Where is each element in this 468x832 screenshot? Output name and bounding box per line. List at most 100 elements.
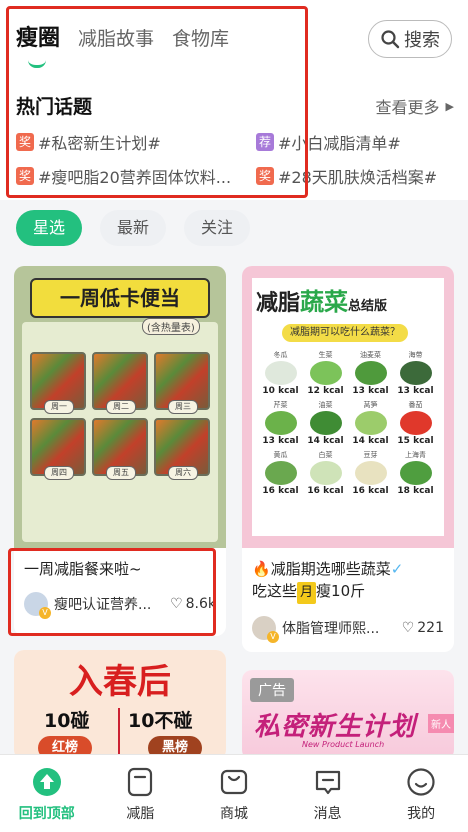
vegetable-kcal: 16 kcal bbox=[262, 486, 299, 496]
vegetable-item: 生菜 12 kcal bbox=[303, 350, 348, 396]
avatar[interactable]: V bbox=[252, 616, 279, 643]
vegetable-item: 白菜 16 kcal bbox=[303, 450, 348, 496]
card-title: 🔥减脂期选哪些蔬菜✓ 吃这些月瘦10斤 bbox=[252, 558, 444, 604]
vegetable-name: 白菜 bbox=[318, 451, 333, 459]
cover-question: 减脂期可以吃什么蔬菜？ bbox=[282, 324, 408, 342]
cover-title: 私密新生计划 bbox=[254, 712, 417, 742]
see-more-label: 查看更多 bbox=[375, 98, 440, 117]
nav-profile[interactable]: 我的 bbox=[374, 755, 468, 832]
nav-label: 商城 bbox=[219, 806, 248, 822]
bento-box: 周六 bbox=[154, 418, 210, 480]
nav-shop[interactable]: 商城 bbox=[187, 755, 281, 832]
cover-heading-part2: 蔬菜 bbox=[300, 288, 349, 316]
title-tag: 月 bbox=[297, 582, 317, 604]
vegetable-kcal: 13 kcal bbox=[352, 386, 389, 396]
vegetable-image bbox=[264, 361, 297, 385]
day-label: 周一 bbox=[44, 400, 74, 414]
vegetable-image bbox=[399, 361, 432, 385]
vegetable-image bbox=[354, 411, 387, 435]
vegetable-name: 冬瓜 bbox=[273, 351, 288, 359]
bento-box: 周三 bbox=[154, 352, 210, 414]
fat-loss-icon bbox=[125, 767, 155, 797]
vegetable-item: 油麦菜 13 kcal bbox=[348, 350, 393, 396]
vegetable-item: 油菜 14 kcal bbox=[303, 400, 348, 446]
cover-subtitle: (含热量表) bbox=[142, 318, 200, 335]
author-name[interactable]: 体脂管理师熙... bbox=[282, 618, 402, 638]
ad-badge: 广告 bbox=[250, 678, 294, 702]
vegetable-kcal: 18 kcal bbox=[397, 486, 434, 496]
vegetable-image bbox=[354, 461, 387, 485]
nav-label: 消息 bbox=[313, 806, 342, 822]
card-cover-image: 广告 私密新生计划 New Product Launch 新人 bbox=[242, 670, 454, 760]
cover-right-text: 10不碰 bbox=[128, 710, 193, 732]
check-icon: ✓ bbox=[390, 560, 404, 578]
nav-label: 减脂 bbox=[126, 806, 155, 822]
card-cover-image: 一周低卡便当 (含热量表) 周一 周二 周三 周四 周五 周六 bbox=[14, 266, 226, 548]
filter-following[interactable]: 关注 bbox=[184, 210, 251, 246]
cover-divider bbox=[118, 708, 120, 758]
vegetable-name: 番茄 bbox=[408, 401, 423, 409]
vegetable-item: 莴笋 14 kcal bbox=[348, 400, 393, 446]
search-button[interactable]: 搜索 bbox=[368, 20, 452, 58]
vegetable-name: 油菜 bbox=[318, 401, 333, 409]
vegetable-kcal: 15 kcal bbox=[397, 436, 434, 446]
vegetable-kcal: 10 kcal bbox=[262, 386, 299, 396]
feed-card-spring[interactable]: 入春后 10碰 10不碰 红榜 黑榜 bbox=[14, 650, 226, 760]
day-label: 周四 bbox=[44, 466, 74, 480]
vegetable-image bbox=[354, 361, 387, 385]
vegetable-image bbox=[309, 461, 342, 485]
filter-featured[interactable]: 星选 bbox=[16, 210, 83, 246]
card-cover-image: 减脂蔬菜总结版 减脂期可以吃什么蔬菜？ 冬瓜 10 kcal 生菜 12 kcal 油麦… bbox=[242, 266, 454, 548]
vegetable-image bbox=[399, 411, 432, 435]
bottom-nav: 回到顶部 减脂 商城 消息 我的 bbox=[0, 754, 468, 832]
vegetable-kcal: 14 kcal bbox=[352, 436, 389, 446]
vegetable-name: 豆芽 bbox=[363, 451, 378, 459]
vegetable-image bbox=[309, 361, 342, 385]
vegetable-image bbox=[264, 411, 297, 435]
vegetable-name: 海带 bbox=[408, 351, 423, 359]
card-body: 🔥减脂期选哪些蔬菜✓ 吃这些月瘦10斤 V 体脂管理师熙... ♡ 221 bbox=[242, 548, 454, 643]
highlight-box-card bbox=[8, 548, 216, 636]
fire-icon: 🔥 bbox=[252, 560, 271, 578]
nav-back-to-top[interactable]: 回到顶部 bbox=[0, 755, 94, 832]
title-text-2b: 瘦10斤 bbox=[316, 582, 366, 600]
vegetable-item: 豆芽 16 kcal bbox=[348, 450, 393, 496]
chevron-right-icon: ▶ bbox=[445, 99, 454, 113]
card-cover-image: 入春后 10碰 10不碰 红榜 黑榜 bbox=[14, 650, 226, 760]
vegetable-name: 上海青 bbox=[405, 451, 426, 459]
nav-messages[interactable]: 消息 bbox=[281, 755, 375, 832]
vegetable-grid: 冬瓜 10 kcal 生菜 12 kcal 油麦菜 13 kcal 海带 13 kcal 芹菜 1… bbox=[258, 350, 438, 496]
author-row: V 体脂管理师熙... ♡ 221 bbox=[252, 616, 444, 643]
new-user-tag: 新人 bbox=[428, 714, 454, 733]
feed-card-ad[interactable]: 广告 私密新生计划 New Product Launch 新人 bbox=[242, 670, 454, 760]
vegetable-item: 上海青 18 kcal bbox=[393, 450, 438, 496]
vegetable-name: 生菜 bbox=[318, 351, 333, 359]
like-count: 221 bbox=[417, 620, 444, 636]
filter-latest[interactable]: 最新 bbox=[100, 210, 167, 246]
vegetable-kcal: 13 kcal bbox=[262, 436, 299, 446]
feed-card-vegetables[interactable]: 减脂蔬菜总结版 减脂期可以吃什么蔬菜？ 冬瓜 10 kcal 生菜 12 kcal 油麦… bbox=[242, 266, 454, 652]
cover-banner: 一周低卡便当 bbox=[30, 278, 210, 318]
day-label: 周二 bbox=[106, 400, 136, 414]
vegetable-image bbox=[399, 461, 432, 485]
nav-fat-loss[interactable]: 减脂 bbox=[94, 755, 188, 832]
verified-icon: V bbox=[267, 631, 279, 643]
vegetable-kcal: 16 kcal bbox=[307, 486, 344, 496]
vegetable-name: 油麦菜 bbox=[360, 351, 381, 359]
shop-icon bbox=[219, 767, 249, 797]
back-to-top-icon bbox=[32, 767, 62, 797]
vegetable-kcal: 14 kcal bbox=[307, 436, 344, 446]
vegetable-kcal: 13 kcal bbox=[397, 386, 434, 396]
vegetable-name: 黄瓜 bbox=[273, 451, 288, 459]
bento-grid: 周一 周二 周三 周四 周五 周六 bbox=[30, 352, 210, 480]
bento-box: 周二 bbox=[92, 352, 148, 414]
vegetable-item: 芹菜 13 kcal bbox=[258, 400, 303, 446]
like-button[interactable]: ♡ 221 bbox=[402, 620, 444, 636]
vegetable-item: 冬瓜 10 kcal bbox=[258, 350, 303, 396]
search-label: 搜索 bbox=[404, 30, 440, 51]
nav-label: 回到顶部 bbox=[18, 806, 75, 822]
see-more-link[interactable]: 查看更多 ▶ bbox=[376, 94, 454, 118]
cover-english: New Product Launch bbox=[302, 740, 385, 749]
profile-icon bbox=[406, 767, 436, 797]
heart-icon: ♡ bbox=[401, 620, 415, 636]
